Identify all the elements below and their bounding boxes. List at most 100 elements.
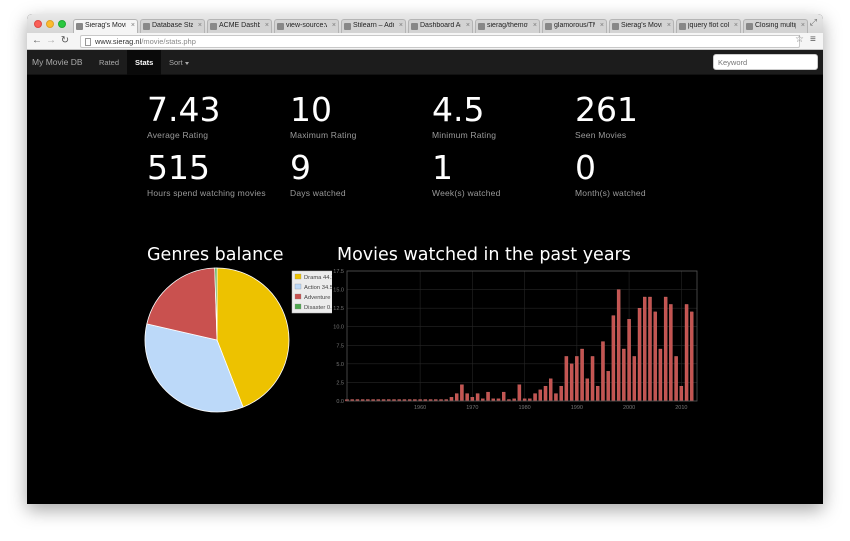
tab-label: sierag/themovi bbox=[487, 22, 528, 29]
tab-close-icon[interactable]: × bbox=[466, 22, 470, 29]
browser-tab[interactable]: Stilearn – Admi × bbox=[341, 19, 406, 33]
year-bar bbox=[679, 385, 684, 402]
tab-close-icon[interactable]: × bbox=[667, 22, 671, 29]
nav-rated[interactable]: Rated bbox=[91, 50, 127, 75]
fullscreen-icon[interactable]: ⤢ bbox=[810, 17, 817, 28]
browser-tab[interactable]: Closing multiple × bbox=[743, 19, 808, 33]
zoom-window-button[interactable] bbox=[58, 20, 66, 28]
stat-label: Seen Movies bbox=[575, 130, 627, 140]
browser-tab[interactable]: ACME Dashboard × bbox=[207, 19, 272, 33]
stat-label: Minimum Rating bbox=[432, 130, 497, 140]
legend-swatch bbox=[294, 293, 302, 300]
year-bar bbox=[559, 385, 563, 402]
x-tick-label: 1960 bbox=[414, 405, 426, 411]
year-bar bbox=[643, 296, 647, 402]
y-tick-label: 7.5 bbox=[336, 343, 344, 349]
browser-tab[interactable]: glamorous/TMD × bbox=[542, 19, 607, 33]
year-bar bbox=[549, 378, 553, 402]
y-tick-label: 17.5 bbox=[333, 269, 344, 275]
stack-icon bbox=[746, 23, 753, 30]
year-bar bbox=[627, 319, 631, 402]
stat-value: 7.43 bbox=[147, 90, 221, 129]
year-bar bbox=[460, 384, 464, 402]
stat-days-watched: 9 Days watched bbox=[290, 149, 430, 199]
year-bar bbox=[470, 397, 475, 402]
page-icon bbox=[85, 38, 91, 46]
page-icon bbox=[76, 23, 83, 30]
stat-months-watched: 0 Month(s) watched bbox=[575, 149, 715, 199]
browser-toolbar: ← → ↻ www.sierag.nl/movie/stats.php ☆ ≡ bbox=[27, 33, 823, 50]
tab-close-icon[interactable]: × bbox=[399, 22, 403, 29]
address-bar[interactable]: www.sierag.nl/movie/stats.php bbox=[80, 35, 800, 48]
github-icon bbox=[478, 23, 485, 30]
x-tick-label: 2010 bbox=[675, 405, 687, 411]
tab-close-icon[interactable]: × bbox=[600, 22, 604, 29]
year-bar bbox=[569, 363, 574, 402]
reload-button[interactable]: ↻ bbox=[59, 35, 71, 47]
stat-value: 261 bbox=[575, 90, 638, 129]
github-icon bbox=[545, 23, 552, 30]
stat-value: 515 bbox=[147, 148, 210, 187]
minimize-window-button[interactable] bbox=[46, 20, 54, 28]
doc-icon bbox=[411, 23, 418, 30]
year-bar bbox=[601, 341, 605, 402]
tab-label: Stilearn – Admi bbox=[353, 22, 394, 29]
year-bar bbox=[637, 307, 642, 402]
year-bar bbox=[663, 296, 668, 402]
y-tick-label: 2.5 bbox=[336, 380, 344, 386]
year-bar bbox=[669, 304, 673, 402]
tab-close-icon[interactable]: × bbox=[265, 22, 269, 29]
browser-tab[interactable]: view-source:wi × bbox=[274, 19, 339, 33]
tab-close-icon[interactable]: × bbox=[533, 22, 537, 29]
year-bar bbox=[590, 356, 595, 402]
doc-icon bbox=[277, 23, 284, 30]
stat-value: 10 bbox=[290, 90, 332, 129]
tab-close-icon[interactable]: × bbox=[332, 22, 336, 29]
url-host: www.sierag.nl bbox=[95, 37, 142, 46]
stat-label: Hours spend watching movies bbox=[147, 188, 266, 198]
bookmark-star-icon[interactable]: ☆ bbox=[795, 34, 804, 45]
x-tick-label: 1990 bbox=[571, 405, 583, 411]
year-bar bbox=[554, 393, 558, 402]
caret-down-icon bbox=[184, 61, 189, 65]
tab-close-icon[interactable]: × bbox=[801, 22, 805, 29]
page-icon bbox=[612, 23, 619, 30]
browser-tab[interactable]: Dashboard Admi × bbox=[408, 19, 473, 33]
tab-close-icon[interactable]: × bbox=[198, 22, 202, 29]
year-bar bbox=[653, 311, 657, 402]
year-bar bbox=[449, 397, 454, 402]
legend-swatch bbox=[294, 303, 302, 310]
browser-tab[interactable]: Sierag's Movie D × bbox=[73, 19, 138, 33]
browser-tab[interactable]: jquery flot colo × bbox=[676, 19, 741, 33]
genres-title: Genres balance bbox=[147, 245, 284, 265]
year-bar bbox=[538, 389, 543, 402]
year-bar bbox=[454, 393, 459, 402]
browser-tab[interactable]: Sierag's Movie D × bbox=[609, 19, 674, 33]
stat-weeks-watched: 1 Week(s) watched bbox=[432, 149, 572, 199]
year-bar bbox=[486, 391, 490, 402]
tab-label: ACME Dashboard bbox=[219, 22, 260, 29]
close-window-button[interactable] bbox=[34, 20, 42, 28]
menu-icon[interactable]: ≡ bbox=[810, 34, 816, 45]
year-bar bbox=[475, 393, 480, 402]
search-input[interactable] bbox=[713, 54, 818, 70]
tab-label: view-source:wi bbox=[286, 22, 327, 29]
browser-tab[interactable]: sierag/themovi × bbox=[475, 19, 540, 33]
x-tick-label: 2000 bbox=[623, 405, 635, 411]
stat-value: 4.5 bbox=[432, 90, 485, 129]
nav-stats[interactable]: Stats bbox=[127, 50, 162, 75]
back-button[interactable]: ← bbox=[31, 35, 43, 47]
tab-close-icon[interactable]: × bbox=[131, 22, 135, 29]
tab-close-icon[interactable]: × bbox=[734, 22, 738, 29]
doc-icon bbox=[210, 23, 217, 30]
stat-label: Week(s) watched bbox=[432, 188, 501, 198]
y-tick-label: 0.0 bbox=[336, 399, 344, 405]
year-bar bbox=[585, 378, 590, 402]
browser-tab[interactable]: Database Statst × bbox=[140, 19, 205, 33]
legend-swatch bbox=[294, 283, 302, 290]
forward-button[interactable]: → bbox=[45, 35, 57, 47]
year-bar bbox=[622, 348, 626, 402]
nav-sort[interactable]: Sort bbox=[161, 50, 197, 75]
brand-link[interactable]: My Movie DB bbox=[32, 57, 83, 67]
year-bar bbox=[465, 393, 469, 402]
